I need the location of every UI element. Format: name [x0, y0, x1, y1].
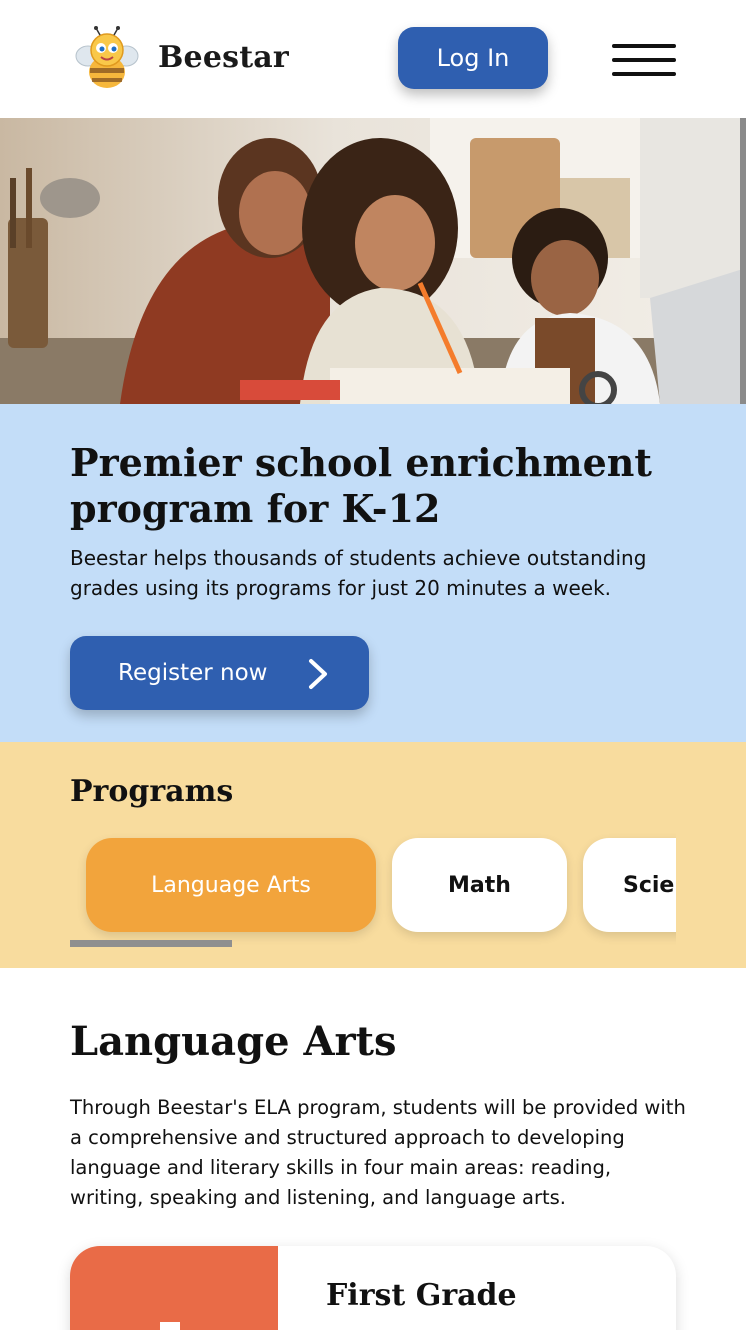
grade-card-accent [70, 1246, 278, 1330]
grade-card-title: First Grade [326, 1278, 517, 1313]
login-button[interactable]: Log In [398, 27, 548, 89]
hero-subtext: Beestar helps thousands of students achi… [70, 546, 647, 600]
grade-card-first-grade[interactable]: First Grade [70, 1246, 676, 1330]
language-arts-description: Through Beestar's ELA program, students … [70, 1096, 686, 1209]
site-header: Beestar Log In [0, 0, 746, 118]
tab-science[interactable]: Science [583, 838, 676, 932]
hamburger-menu-icon[interactable] [610, 42, 678, 80]
brand-name[interactable]: Beestar [158, 40, 289, 75]
section-title-language-arts: Language Arts [70, 1018, 397, 1065]
chevron-right-icon [309, 659, 327, 689]
programs-title: Programs [70, 774, 234, 809]
carousel-scroll-indicator[interactable] [70, 940, 232, 947]
hero-headline: Premier school enrichment program for K-… [70, 440, 652, 531]
tab-language-arts[interactable]: Language Arts [86, 838, 376, 932]
register-now-label: Register now [118, 660, 268, 686]
tab-math[interactable]: Math [392, 838, 567, 932]
bee-logo-icon[interactable] [74, 26, 140, 92]
hero-image [0, 118, 746, 404]
grade-number-graphic [160, 1322, 180, 1330]
programs-tab-carousel[interactable]: Language Arts Math Science [70, 828, 676, 948]
page-scrollbar[interactable] [740, 118, 746, 434]
register-now-button[interactable]: Register now [70, 636, 369, 710]
